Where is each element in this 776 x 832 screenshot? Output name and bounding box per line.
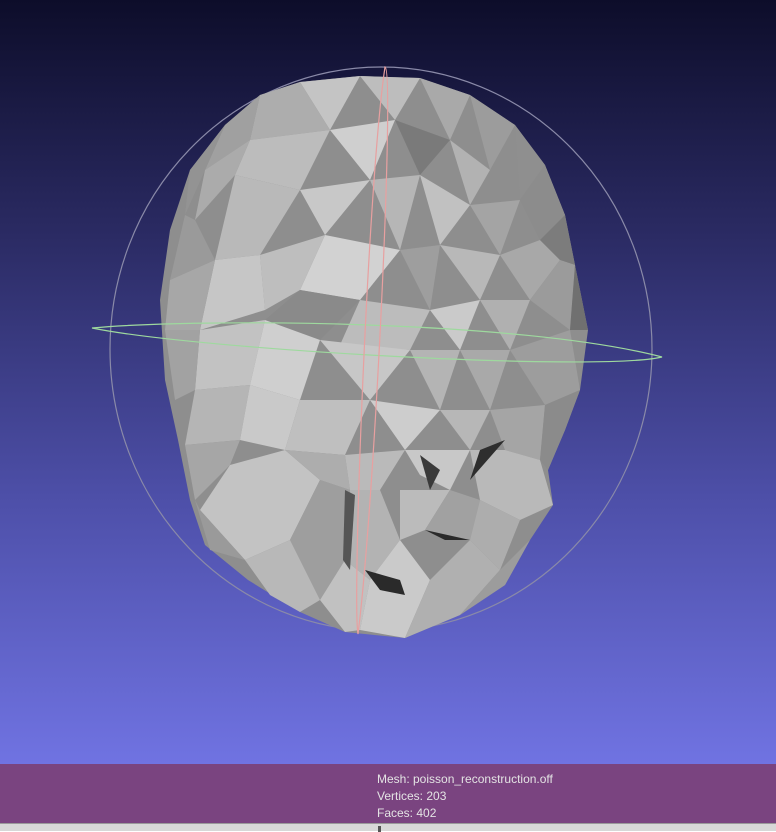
bottom-scrollbar[interactable] — [0, 823, 776, 832]
mesh-model — [160, 76, 588, 638]
vertices-count-label: Vertices: 203 — [377, 789, 447, 803]
mesh-scene[interactable] — [0, 0, 776, 764]
scrollbar-handle[interactable] — [378, 826, 381, 832]
mesh-info-text: Mesh: poisson_reconstruction.off Vertice… — [377, 771, 553, 822]
mesh-info-bar: Mesh: poisson_reconstruction.off Vertice… — [0, 764, 776, 823]
3d-viewport[interactable] — [0, 0, 776, 764]
mesh-name-label: Mesh: poisson_reconstruction.off — [377, 772, 553, 786]
faces-count-label: Faces: 402 — [377, 806, 437, 820]
